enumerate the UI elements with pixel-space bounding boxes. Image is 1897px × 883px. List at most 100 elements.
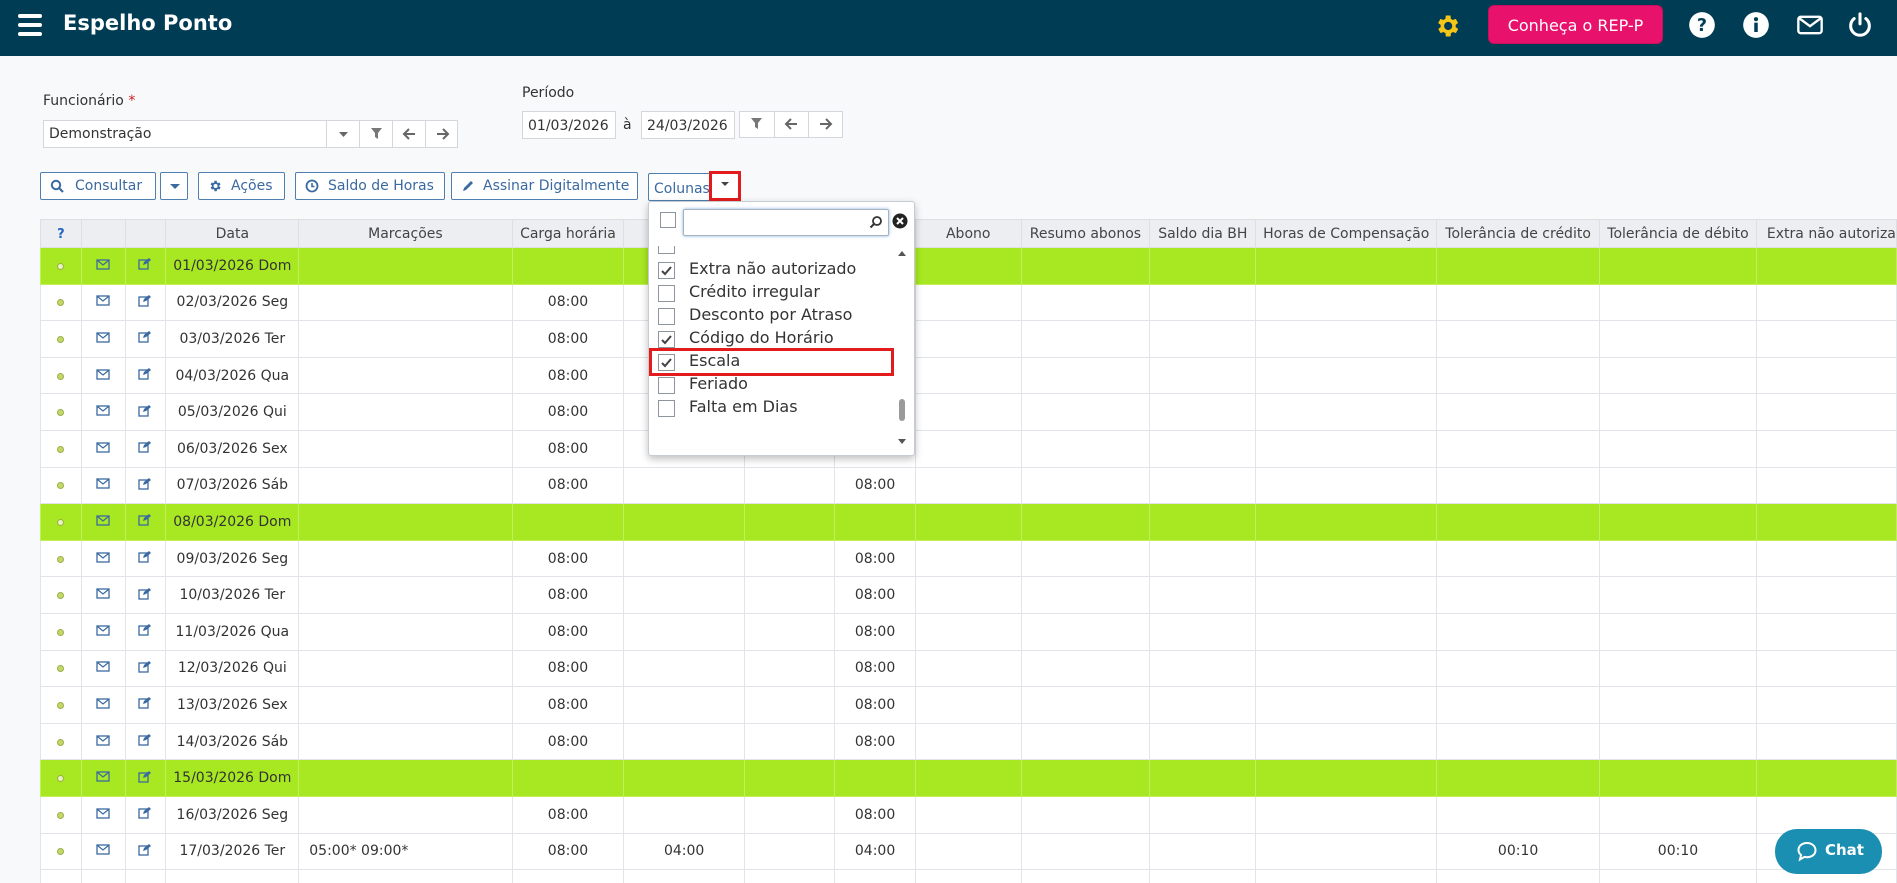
table-row[interactable]: 16/03/2026 Seg 08:00 08:00 [40,795,1897,834]
column-header-horas-comp[interactable]: Horas de Compensação [1255,219,1438,248]
mail-cell[interactable] [80,649,126,688]
column-checkbox[interactable] [658,400,675,417]
consultar-button[interactable]: Consultar [40,172,156,200]
table-row[interactable]: 06/03/2026 Sex 08:00 [40,429,1897,468]
column-checkbox[interactable] [658,285,675,302]
help-column-header[interactable]: ? [40,219,82,248]
mail-cell[interactable] [80,612,126,651]
marcacoes-cell[interactable] [298,320,513,358]
column-header-tol-credito[interactable]: Tolerância de crédito [1436,219,1601,248]
saldo-horas-button[interactable]: Saldo de Horas [295,172,445,200]
table-row[interactable]: 08/03/2026 Dom [40,503,1897,541]
colunas-dropdown-toggle[interactable] [709,171,741,201]
marcacoes-cell[interactable] [298,649,513,688]
mail-cell[interactable] [80,466,126,505]
mail-cell[interactable] [80,429,126,468]
edit-cell[interactable] [124,576,167,614]
acoes-button[interactable]: Ações [198,172,285,200]
employee-dropdown-button[interactable] [326,121,359,147]
table-row[interactable]: 17/03/2026 Ter 05:00* 09:00* 08:00 04:00 04:… [40,832,1897,871]
employee-select[interactable]: Demonstração [43,120,458,148]
table-row[interactable]: 05/03/2026 Qui 08:00 [40,393,1897,431]
table-row[interactable]: 11/03/2026 Qua 08:00 08:00 [40,612,1897,651]
marcacoes-cell[interactable] [298,722,513,761]
column-checkbox[interactable] [658,308,675,325]
date-from-input[interactable]: 01/03/2026 [522,111,616,139]
marcacoes-cell[interactable] [298,466,513,505]
column-header-tol-debito[interactable]: Tolerância de débito [1599,219,1757,248]
edit-cell[interactable] [124,466,167,505]
employee-filter-button[interactable] [359,121,392,147]
hamburger-menu-icon[interactable] [18,14,42,36]
marcacoes-cell[interactable] [298,393,513,431]
marcacoes-cell[interactable] [298,869,513,883]
mail-cell[interactable] [80,283,126,322]
gear-icon[interactable] [1433,12,1461,40]
column-checkbox[interactable] [658,331,675,348]
marcacoes-cell[interactable] [298,247,513,285]
mail-cell[interactable] [80,503,126,541]
table-row[interactable]: 09/03/2026 Seg 08:00 08:00 [40,539,1897,578]
mail-cell[interactable] [80,539,126,578]
edit-cell[interactable] [124,795,167,834]
chat-button[interactable]: Chat [1775,829,1882,874]
mail-cell[interactable] [80,795,126,834]
table-row[interactable]: 03/03/2026 Ter 08:00 [40,320,1897,358]
marcacoes-cell[interactable] [298,356,513,395]
edit-cell[interactable] [124,247,167,285]
mail-cell[interactable] [80,722,126,761]
edit-cell[interactable] [124,832,167,871]
table-row[interactable]: 12/03/2026 Qui 08:00 08:00 [40,649,1897,688]
mail-cell[interactable] [80,320,126,358]
info-icon[interactable] [1742,11,1770,39]
marcacoes-cell[interactable]: 05:00* 09:00* [298,832,513,871]
edit-cell[interactable] [124,503,167,541]
column-header-marcacoes[interactable]: Marcações [298,219,513,248]
column-header-abono[interactable]: Abono [914,219,1022,248]
mail-cell[interactable] [80,247,126,285]
period-prev-button[interactable] [774,112,808,137]
select-all-checkbox[interactable] [660,212,676,228]
marcacoes-cell[interactable] [298,686,513,724]
table-row[interactable]: 02/03/2026 Seg 08:00 [40,283,1897,322]
clear-search-icon[interactable] [892,213,908,229]
column-header-extra-na[interactable]: Extra não autoriza [1755,219,1897,248]
edit-cell[interactable] [124,320,167,358]
employee-prev-button[interactable] [392,121,425,147]
consultar-dropdown-button[interactable] [160,172,188,200]
edit-cell[interactable] [124,686,167,724]
columns-search-input[interactable] [683,209,889,236]
edit-cell[interactable] [124,356,167,395]
mail-cell[interactable] [80,759,126,797]
table-row[interactable]: 01/03/2026 Dom [40,247,1897,285]
marcacoes-cell[interactable] [298,612,513,651]
table-row[interactable]: 14/03/2026 Sáb 08:00 08:00 [40,722,1897,761]
column-header-carga[interactable]: Carga horária [511,219,625,248]
period-next-button[interactable] [808,112,842,137]
table-row[interactable]: 13/03/2026 Sex 08:00 08:00 [40,686,1897,724]
column-checkbox[interactable] [658,354,675,371]
mail-cell[interactable] [80,832,126,871]
edit-cell[interactable] [124,539,167,578]
rep-p-button[interactable]: Conheça o REP-P [1488,5,1663,44]
column-option[interactable]: Falta em Dias [649,394,894,422]
marcacoes-cell[interactable] [298,759,513,797]
mail-icon[interactable] [1796,11,1824,39]
mail-cell[interactable] [80,356,126,395]
period-filter-button[interactable] [740,112,774,137]
table-row[interactable]: 15/03/2026 Dom [40,759,1897,797]
column-header-resumo[interactable]: Resumo abonos [1020,219,1151,248]
date-to-input[interactable]: 24/03/2026 [641,111,735,139]
marcacoes-cell[interactable] [298,503,513,541]
edit-cell[interactable] [124,612,167,651]
edit-cell[interactable] [124,283,167,322]
edit-cell[interactable] [124,722,167,761]
marcacoes-cell[interactable] [298,283,513,322]
edit-cell[interactable] [124,759,167,797]
column-checkbox[interactable] [658,262,675,279]
columns-scrollbar[interactable] [897,246,907,451]
employee-next-button[interactable] [425,121,458,147]
column-header-data[interactable]: Data [165,219,300,248]
colunas-select[interactable]: Colunas [648,173,714,201]
mail-cell[interactable] [80,393,126,431]
